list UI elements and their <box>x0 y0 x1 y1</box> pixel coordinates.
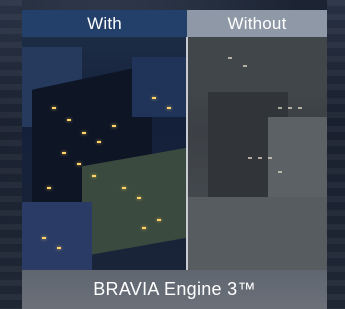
window-light <box>278 171 282 173</box>
window-light <box>122 187 126 189</box>
comparison-stage: With Without BRAVIA Engine 3™ <box>0 0 345 309</box>
window-light <box>82 132 86 134</box>
window-light <box>62 152 66 154</box>
window-light <box>92 175 96 177</box>
window-light <box>152 97 156 99</box>
window-light <box>228 57 232 59</box>
window-light <box>268 157 272 159</box>
window-light <box>137 197 141 199</box>
frame-left-edge <box>0 0 22 309</box>
window-light <box>47 187 51 189</box>
product-caption: BRAVIA Engine 3™ <box>22 270 327 309</box>
window-light <box>157 219 161 221</box>
window-light <box>298 107 302 109</box>
window-light <box>67 119 71 121</box>
building <box>82 147 187 257</box>
window-light <box>167 107 171 109</box>
window-light <box>248 157 252 159</box>
building <box>132 57 187 117</box>
window-light <box>77 163 81 165</box>
window-light <box>57 247 61 249</box>
without-image-panel <box>188 37 327 270</box>
frame-right-edge <box>327 0 345 309</box>
window-light <box>288 107 292 109</box>
window-light <box>142 227 146 229</box>
with-label: With <box>22 10 187 37</box>
building <box>22 202 92 270</box>
window-light <box>258 157 262 159</box>
window-light <box>278 107 282 109</box>
window-light <box>243 65 247 67</box>
window-light <box>112 125 116 127</box>
window-light <box>52 107 56 109</box>
building <box>188 37 327 97</box>
building <box>268 117 327 207</box>
without-label: Without <box>187 10 327 37</box>
window-light <box>97 141 101 143</box>
building <box>188 197 327 270</box>
window-light <box>42 237 46 239</box>
with-image-panel <box>22 37 187 270</box>
